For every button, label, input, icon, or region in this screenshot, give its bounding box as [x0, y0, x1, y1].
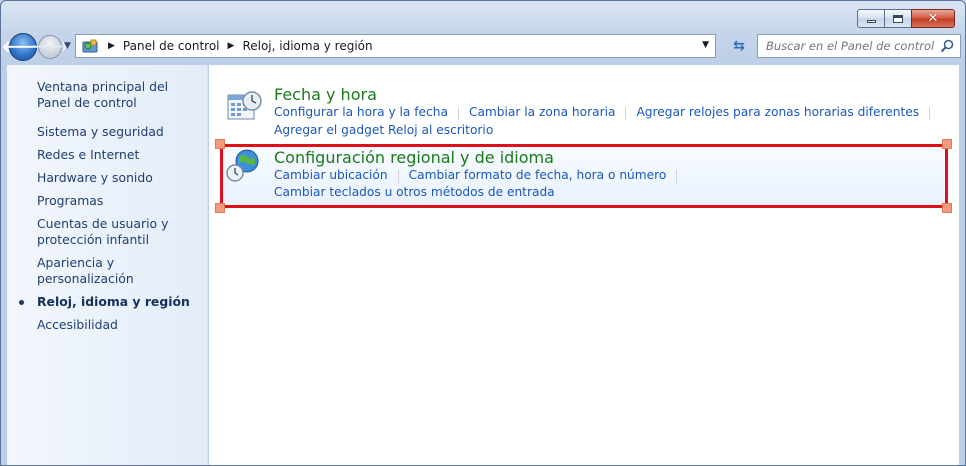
- sidebar-item-label: Sistema y seguridad: [37, 124, 164, 139]
- sidebar-item-label: Reloj, idioma y región: [37, 294, 190, 309]
- resize-handle-icon: [942, 139, 952, 149]
- sidebar-item-label: Ventana principal del Panel de control: [37, 79, 169, 110]
- resize-handle-icon: [942, 203, 952, 213]
- link-change-time-zone[interactable]: Cambiar la zona horaria: [469, 105, 616, 120]
- minimize-button[interactable]: [857, 9, 884, 28]
- resize-handle-icon: [215, 203, 225, 213]
- minimize-icon: [866, 20, 876, 23]
- close-icon: ✕: [927, 11, 939, 26]
- sidebar-item-clock-language-region[interactable]: Reloj, idioma y región: [7, 294, 207, 310]
- control-panel-window: ✕ 🡐 🡒 ▼ ▶ Panel de control ▶ Reloj, idio…: [0, 0, 966, 466]
- recent-pages-dropdown-icon[interactable]: ▼: [64, 41, 71, 51]
- search-input[interactable]: [766, 39, 936, 53]
- sidebar-item-label: Programas: [37, 193, 104, 208]
- link-change-date-format[interactable]: Cambiar formato de fecha, hora o número: [409, 168, 667, 183]
- breadcrumb-separator-icon[interactable]: ▶: [108, 41, 115, 51]
- sidebar-item-network-internet[interactable]: Redes e Internet: [7, 147, 207, 163]
- refresh-button[interactable]: ⇆: [725, 34, 753, 58]
- sidebar-item-system-security[interactable]: Sistema y seguridad: [7, 124, 207, 140]
- sidebar-item-label: Hardware y sonido: [37, 170, 153, 185]
- link-separator: [397, 170, 399, 183]
- forward-button[interactable]: 🡒: [31, 35, 69, 59]
- sidebar-item-accessibility[interactable]: Accesibilidad: [7, 317, 207, 333]
- sidebar-item-appearance[interactable]: Apariencia y personalización: [7, 255, 207, 287]
- sidebar: Ventana principal del Panel de control S…: [7, 65, 208, 465]
- address-dropdown-icon[interactable]: ▼: [702, 40, 709, 50]
- calendar-clock-icon[interactable]: [225, 87, 265, 127]
- sidebar-item-hardware-sound[interactable]: Hardware y sonido: [7, 170, 207, 186]
- search-icon[interactable]: [940, 39, 954, 53]
- link-row: Cambiar ubicación Cambiar formato de fec…: [274, 168, 687, 183]
- maximize-button[interactable]: [884, 9, 911, 28]
- control-panel-icon: [82, 39, 98, 53]
- active-bullet-icon: [19, 300, 24, 305]
- link-change-location[interactable]: Cambiar ubicación: [274, 168, 388, 183]
- link-add-clocks[interactable]: Agregar relojes para zonas horarias dife…: [636, 105, 919, 120]
- navigation-bar: 🡐 🡒 ▼ ▶ Panel de control ▶ Reloj, idioma…: [2, 31, 961, 63]
- sidebar-item-label: Redes e Internet: [37, 147, 140, 162]
- category-title-regional-language[interactable]: Configuración regional y de idioma: [274, 148, 554, 167]
- link-separator: [625, 107, 627, 120]
- breadcrumb-control-panel[interactable]: Panel de control: [123, 39, 220, 53]
- breadcrumb-clock-language-region[interactable]: Reloj, idioma y región: [242, 39, 372, 53]
- search-box[interactable]: [757, 34, 961, 58]
- sidebar-item-control-panel-home[interactable]: Ventana principal del Panel de control: [7, 79, 207, 111]
- sidebar-item-label: Cuentas de usuario y protección infantil: [37, 216, 169, 247]
- sidebar-item-user-accounts[interactable]: Cuentas de usuario y protección infantil: [7, 216, 207, 248]
- link-add-clock-gadget[interactable]: Agregar el gadget Reloj al escritorio: [274, 123, 493, 137]
- caption-buttons: ✕: [857, 9, 955, 28]
- refresh-icon: ⇆: [733, 38, 745, 54]
- category-title-date-time[interactable]: Fecha y hora: [274, 85, 377, 104]
- sidebar-item-label: Apariencia y personalización: [37, 255, 134, 286]
- sidebar-item-programs[interactable]: Programas: [7, 193, 207, 209]
- link-set-time-date[interactable]: Configurar la hora y la fecha: [274, 105, 448, 120]
- link-separator: [676, 170, 678, 183]
- maximize-icon: [893, 14, 903, 23]
- link-separator: [457, 107, 459, 120]
- breadcrumb-separator-icon[interactable]: ▶: [228, 41, 235, 51]
- link-row: Cambiar teclados u otros métodos de entr…: [274, 185, 555, 199]
- sidebar-item-label: Accesibilidad: [37, 317, 118, 332]
- link-row: Agregar el gadget Reloj al escritorio: [274, 123, 493, 137]
- resize-handle-icon: [215, 139, 225, 149]
- globe-clock-icon[interactable]: [225, 148, 265, 188]
- close-button[interactable]: ✕: [911, 9, 955, 28]
- link-change-keyboards[interactable]: Cambiar teclados u otros métodos de entr…: [274, 185, 555, 199]
- address-bar[interactable]: ▶ Panel de control ▶ Reloj, idioma y reg…: [75, 34, 716, 58]
- link-separator: [929, 107, 931, 120]
- link-row: Configurar la hora y la fecha Cambiar la…: [274, 105, 940, 120]
